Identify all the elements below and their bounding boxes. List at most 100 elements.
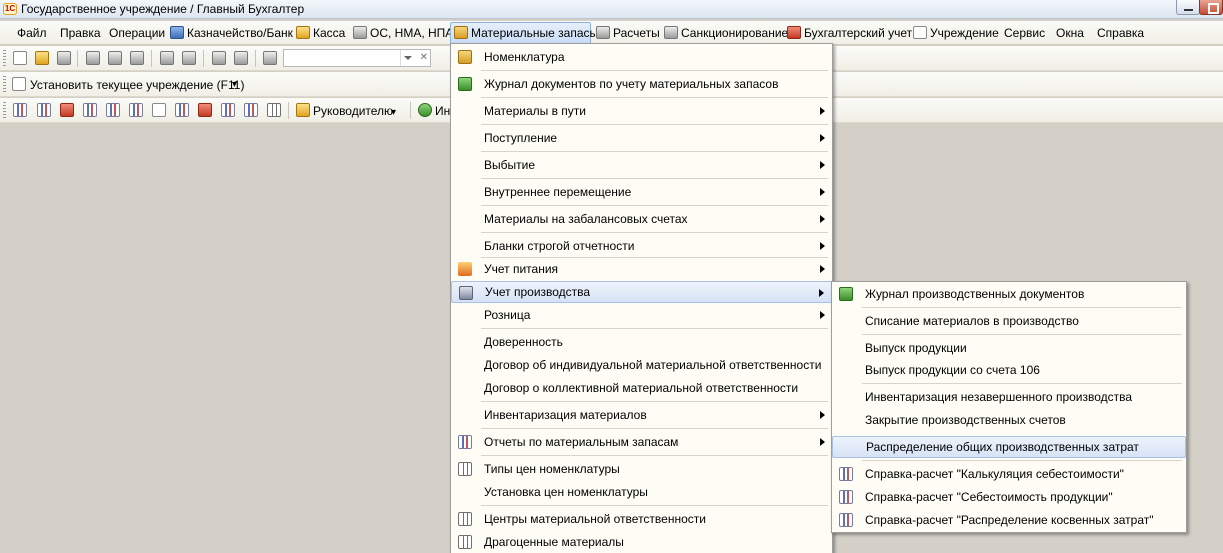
report-icon[interactable] (106, 103, 120, 117)
report-icon[interactable] (198, 103, 212, 117)
undo-icon[interactable] (212, 51, 226, 65)
menu-item-disposal[interactable]: Выбытие (451, 154, 832, 176)
submenu-item-indirect-costs-report[interactable]: Справка-расчет "Распределение косвенных … (832, 509, 1186, 531)
truck-icon (353, 26, 367, 39)
menu-file[interactable]: Файл (17, 21, 47, 45)
copy-icon[interactable] (108, 51, 122, 65)
report-icon[interactable] (175, 103, 189, 117)
menu-edit[interactable]: Правка (60, 21, 101, 45)
submenu-item-product-cost-report[interactable]: Справка-расчет "Себестоимость продукции" (832, 486, 1186, 508)
menu-separator (481, 178, 828, 179)
menu-separator (481, 505, 828, 506)
menu-item-internal-transfer[interactable]: Внутреннее перемещение (451, 181, 832, 203)
toolbar-separator (77, 50, 78, 67)
menu-item-price-setting[interactable]: Установка цен номенклатуры (451, 481, 832, 503)
coins-icon (296, 26, 310, 39)
new-icon[interactable] (13, 51, 27, 65)
report-icon[interactable] (221, 103, 235, 117)
preview-icon[interactable] (182, 51, 196, 65)
menu-item-label: Распределение общих производственных зат… (866, 440, 1139, 454)
submenu-item-write-off-materials[interactable]: Списание материалов в производство (832, 310, 1186, 332)
toolbar-separator (288, 102, 289, 119)
report-icon[interactable] (13, 103, 27, 117)
close-button[interactable] (1199, 0, 1223, 15)
menu-item-reports[interactable]: Отчеты по материальным запасам (451, 431, 832, 453)
chevron-right-icon (820, 161, 825, 169)
menu-help[interactable]: Справка (1097, 21, 1144, 45)
submenu-item-product-output[interactable]: Выпуск продукции (832, 337, 1186, 359)
chevron-down-icon[interactable] (400, 50, 414, 66)
menu-item-precious-materials[interactable]: Драгоценные материалы (451, 531, 832, 553)
toolbar-grip[interactable] (3, 50, 6, 67)
submenu-item-product-output-106[interactable]: Выпуск продукции со счета 106 (832, 359, 1186, 381)
redo-icon[interactable] (234, 51, 248, 65)
menu-inventory[interactable]: Материальные запасы (450, 22, 598, 44)
menu-service[interactable]: Сервис (1004, 21, 1045, 45)
search-input[interactable]: ✕ (283, 49, 431, 67)
menu-item-label: Розница (484, 308, 531, 322)
cut-icon[interactable] (86, 51, 100, 65)
paste-icon[interactable] (130, 51, 144, 65)
chevron-down-icon[interactable]: ▾ (391, 107, 396, 118)
menu-item-label: Журнал документов по учету материальных … (484, 77, 779, 91)
menu-item-collective-liability[interactable]: Договор о коллективной материальной отве… (451, 377, 832, 399)
menu-accounting[interactable]: Бухгалтерский учет (787, 21, 912, 45)
menu-item-materials-inventory[interactable]: Инвентаризация материалов (451, 404, 832, 426)
menu-cash[interactable]: Касса (296, 21, 345, 45)
report-icon[interactable] (244, 103, 258, 117)
menu-separator (862, 334, 1182, 335)
menu-item-price-types[interactable]: Типы цен номенклатуры (451, 458, 832, 480)
toolbar-grip[interactable] (3, 102, 6, 119)
print-icon[interactable] (160, 51, 174, 65)
report-icon[interactable] (83, 103, 97, 117)
save-icon[interactable] (57, 51, 71, 65)
menu-separator (862, 383, 1182, 384)
submenu-item-wip-inventory[interactable]: Инвентаризация незавершенного производст… (832, 386, 1186, 408)
submenu-item-cost-calculation-report[interactable]: Справка-расчет "Калькуляция себестоимост… (832, 463, 1186, 485)
menu-item-production-accounting[interactable]: Учет производства (451, 281, 832, 303)
toolbar-grip[interactable] (3, 76, 6, 93)
submenu-item-production-journal[interactable]: Журнал производственных документов (832, 283, 1186, 305)
report-icon[interactable] (129, 103, 143, 117)
search-icon[interactable] (263, 51, 277, 65)
menu-item-retail[interactable]: Розница (451, 304, 832, 326)
report-icon[interactable] (37, 103, 51, 117)
menu-item-receipt[interactable]: Поступление (451, 127, 832, 149)
set-organization-button[interactable]: Установить текущее учреждение (F11) (30, 78, 244, 92)
report-icon[interactable] (152, 103, 166, 117)
minimize-button[interactable] (1176, 0, 1200, 15)
menu-item-power-of-attorney[interactable]: Доверенность (451, 331, 832, 353)
menu-item-inventory-journal[interactable]: Журнал документов по учету материальных … (451, 73, 832, 95)
submenu-item-overhead-distribution[interactable]: Распределение общих производственных зат… (832, 436, 1186, 458)
menu-item-in-transit[interactable]: Материалы в пути (451, 100, 832, 122)
menu-treasury[interactable]: Казначейство/Банк (170, 21, 293, 45)
menu-organization[interactable]: Учреждение (913, 21, 999, 45)
open-icon[interactable] (35, 51, 49, 65)
menu-fixed-assets[interactable]: ОС, НМА, НПА (353, 21, 453, 45)
menu-sanction[interactable]: Санкционирование (664, 21, 788, 45)
chevron-right-icon (820, 134, 825, 142)
menu-item-label: Материалы в пути (484, 104, 586, 118)
manager-button[interactable]: Руководителю (313, 104, 393, 118)
chevron-right-icon (820, 215, 825, 223)
grid-icon[interactable] (267, 103, 281, 117)
menu-item-responsibility-centers[interactable]: Центры материальной ответственности (451, 508, 832, 530)
chevron-down-icon[interactable]: ▾ (232, 79, 237, 90)
menu-item-off-balance[interactable]: Материалы на забалансовых счетах (451, 208, 832, 230)
report-icon[interactable] (60, 103, 74, 117)
menu-cash-label: Касса (313, 26, 346, 40)
menu-item-food-accounting[interactable]: Учет питания (451, 258, 832, 280)
clear-icon[interactable]: ✕ (420, 52, 428, 63)
menu-operations[interactable]: Операции (109, 21, 165, 45)
info-button[interactable]: Ин (435, 104, 450, 118)
menu-item-individual-liability[interactable]: Договор об индивидуальной материальной о… (451, 354, 832, 376)
menu-item-label: Материалы на забалансовых счетах (484, 212, 688, 226)
menu-item-nomenclature[interactable]: Номенклатура (451, 46, 832, 68)
menu-item-strict-forms[interactable]: Бланки строгой отчетности (451, 235, 832, 257)
menu-item-label: Выпуск продукции (865, 341, 967, 355)
menu-settlements[interactable]: Расчеты (596, 21, 660, 45)
table-icon (458, 535, 472, 549)
menu-separator (481, 151, 828, 152)
submenu-item-close-accounts[interactable]: Закрытие производственных счетов (832, 409, 1186, 431)
menu-windows[interactable]: Окна (1056, 21, 1084, 45)
